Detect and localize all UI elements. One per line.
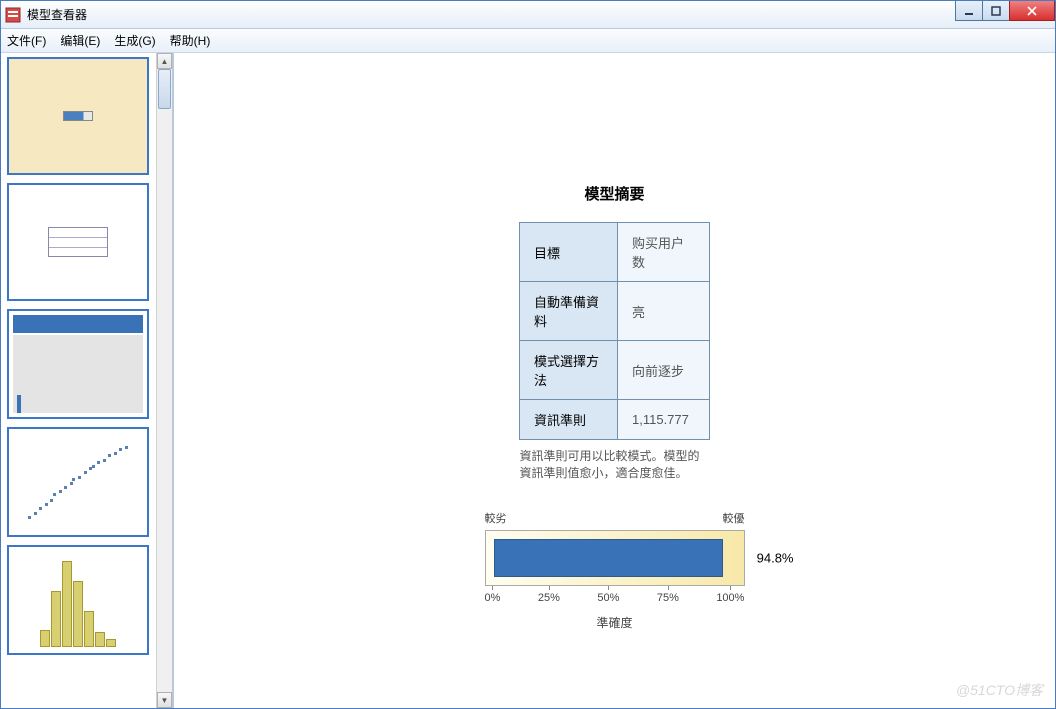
accuracy-axis-label: 準確度	[485, 614, 745, 631]
tick: 100%	[716, 592, 744, 604]
thumbnail-accuracy[interactable]	[7, 309, 149, 419]
scroll-thumb[interactable]	[158, 69, 171, 109]
tick: 75%	[657, 592, 679, 604]
row-label: 模式選擇方法	[520, 341, 618, 400]
app-window: 模型查看器 文件(F) 编辑(E) 生成(G) 帮助(H)	[0, 0, 1056, 709]
window-title: 模型查看器	[27, 6, 87, 23]
menu-help[interactable]: 帮助(H)	[170, 32, 211, 49]
maximize-button[interactable]	[982, 1, 1010, 21]
table-row: 目標 购买用户数	[520, 223, 710, 282]
app-icon	[5, 7, 21, 23]
accuracy-chart: 較劣 較優 94.8% 0% 25% 50% 75% 100% 準確度	[485, 510, 745, 631]
tick: 0%	[485, 592, 501, 604]
summary-footnote: 資訊準則可用以比較模式。模型的資訊準則值愈小，適合度愈佳。	[520, 448, 710, 482]
thumbnail-panel: ▲ ▼	[1, 53, 173, 708]
watermark: @51CTO博客	[956, 680, 1043, 700]
tick: 25%	[538, 592, 560, 604]
table-row: 自動準備資料 亮	[520, 282, 710, 341]
accuracy-bar-track: 94.8%	[485, 530, 745, 586]
row-value: 1,115.777	[618, 400, 710, 440]
close-button[interactable]	[1009, 1, 1055, 21]
row-value: 购买用户数	[618, 223, 710, 282]
preview-bar-icon	[63, 111, 93, 121]
thumbnail-table[interactable]	[7, 183, 149, 301]
row-label: 自動準備資料	[520, 282, 618, 341]
thumbnail-scatter[interactable]	[7, 427, 149, 537]
menu-edit[interactable]: 编辑(E)	[60, 32, 100, 49]
preview-histogram-icon	[9, 547, 147, 653]
accuracy-ticks: 0% 25% 50% 75% 100%	[485, 592, 745, 604]
titlebar[interactable]: 模型查看器	[1, 1, 1055, 29]
preview-scatter-icon	[9, 429, 147, 535]
window-controls	[956, 1, 1055, 21]
menubar: 文件(F) 编辑(E) 生成(G) 帮助(H)	[1, 29, 1055, 53]
thumbnail-scrollbar[interactable]: ▲ ▼	[156, 53, 172, 708]
summary-title: 模型摘要	[584, 183, 644, 204]
row-label: 資訊準則	[520, 400, 618, 440]
preview-table-icon	[48, 227, 108, 257]
scroll-track[interactable]	[157, 69, 172, 692]
tick: 50%	[597, 592, 619, 604]
preview-accuracy-icon	[9, 311, 147, 417]
accuracy-scale-labels: 較劣 較優	[485, 510, 745, 526]
row-label: 目標	[520, 223, 618, 282]
table-row: 資訊準則 1,115.777	[520, 400, 710, 440]
scroll-up-button[interactable]: ▲	[157, 53, 172, 69]
menu-file[interactable]: 文件(F)	[7, 32, 46, 49]
row-value: 亮	[618, 282, 710, 341]
scroll-down-button[interactable]: ▼	[157, 692, 172, 708]
better-label: 較優	[723, 510, 745, 526]
model-summary-content: 模型摘要 目標 购买用户数 自動準備資料 亮 模式選擇方法 向前逐步	[174, 53, 1055, 671]
row-value: 向前逐步	[618, 341, 710, 400]
thumbnail-summary[interactable]	[7, 57, 149, 175]
worse-label: 較劣	[485, 510, 507, 526]
body-area: ▲ ▼ 模型摘要 目標 购买用户数 自動準備資料 亮	[1, 53, 1055, 708]
minimize-button[interactable]	[955, 1, 983, 21]
main-view: 模型摘要 目標 购买用户数 自動準備資料 亮 模式選擇方法 向前逐步	[173, 53, 1055, 708]
thumbnail-histogram[interactable]	[7, 545, 149, 655]
table-row: 模式選擇方法 向前逐步	[520, 341, 710, 400]
accuracy-value-label: 94.8%	[757, 550, 794, 565]
summary-table: 目標 购买用户数 自動準備資料 亮 模式選擇方法 向前逐步 資訊準則 1,115…	[519, 222, 710, 440]
menu-generate[interactable]: 生成(G)	[114, 32, 155, 49]
thumbnail-list	[1, 53, 156, 708]
accuracy-bar-fill	[494, 539, 723, 577]
